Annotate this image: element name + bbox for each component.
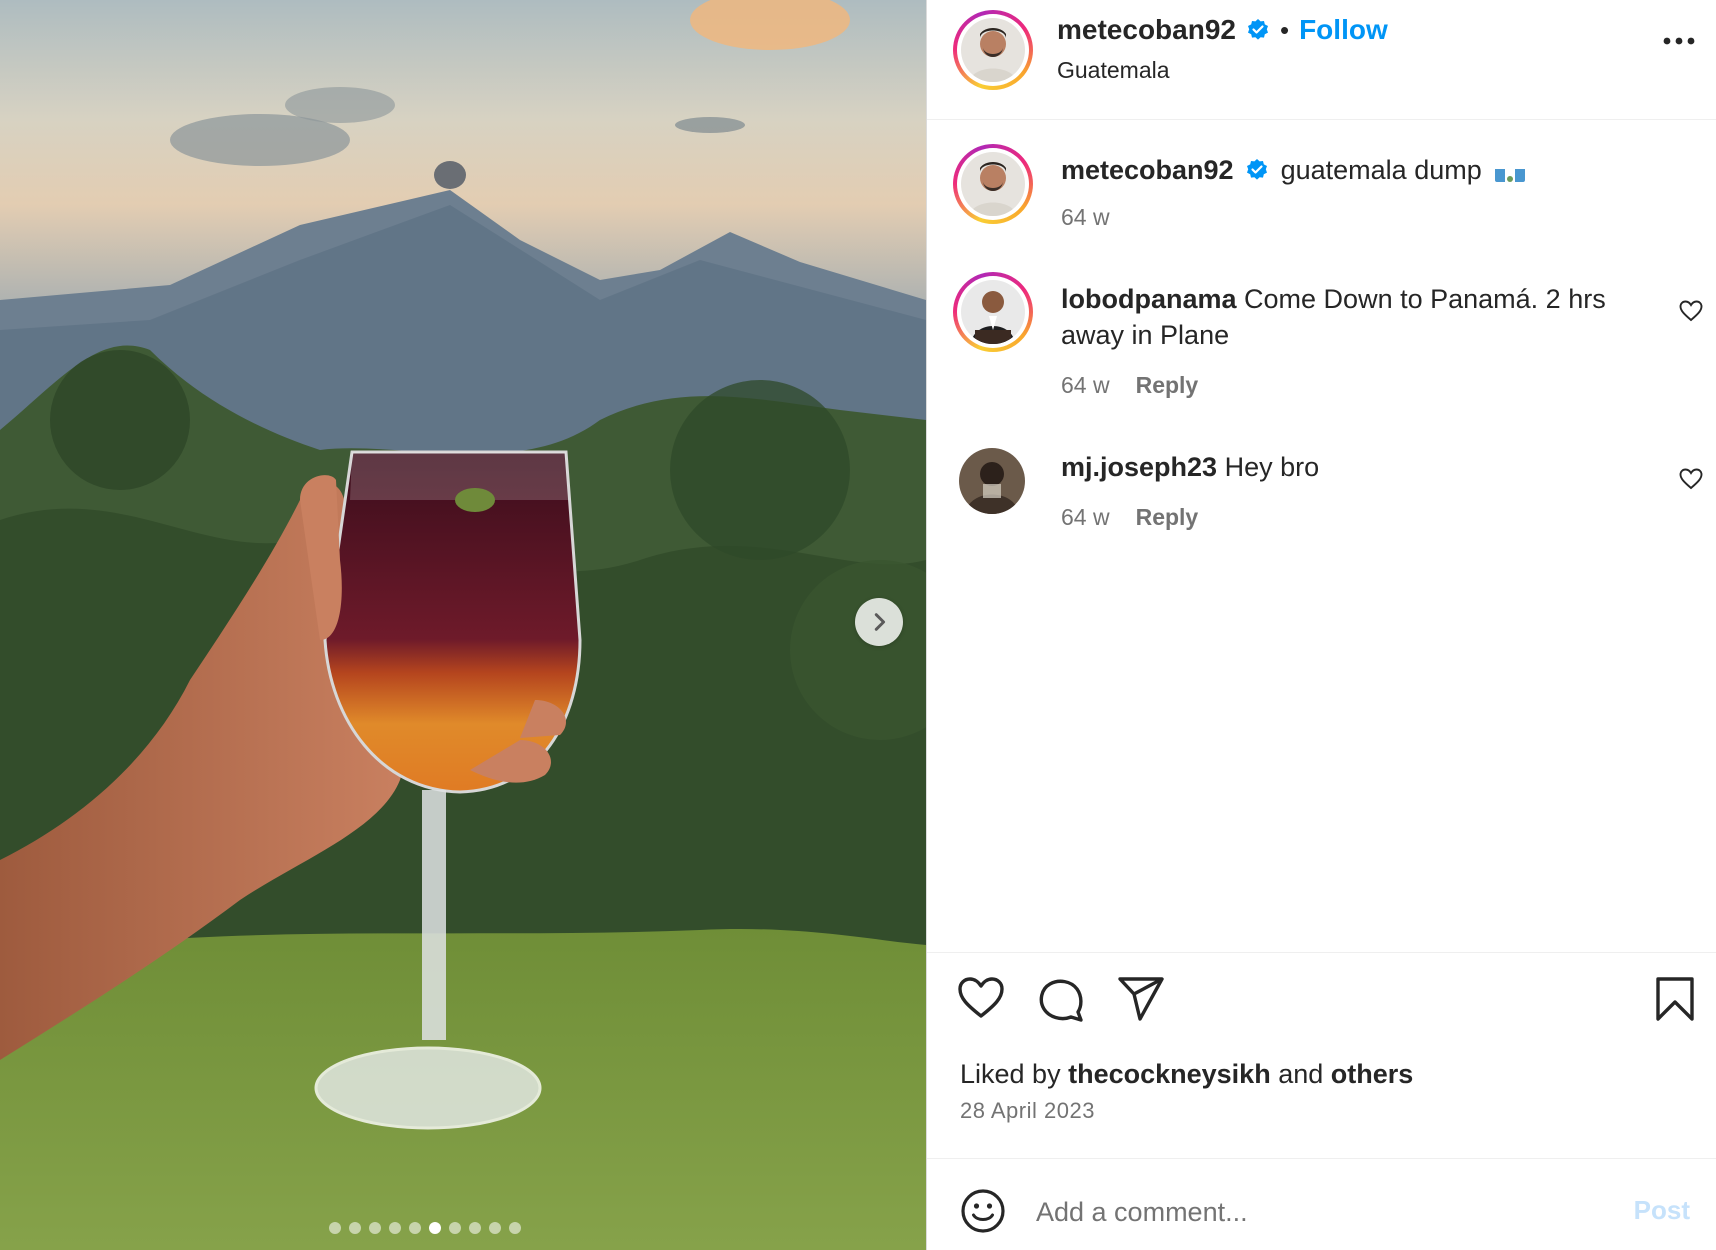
- comment-avatar[interactable]: [959, 448, 1025, 514]
- divider: [927, 1158, 1716, 1159]
- caption-body: guatemala dump: [1280, 155, 1482, 185]
- author-avatar[interactable]: [953, 10, 1033, 90]
- verified-badge-icon: [1247, 19, 1268, 40]
- comment-button[interactable]: [1037, 976, 1085, 1029]
- heart-icon: [1679, 300, 1703, 322]
- carousel-dot: [329, 1222, 341, 1234]
- carousel-dot: [509, 1222, 521, 1234]
- avatar-image: [961, 280, 1025, 344]
- save-button[interactable]: [1655, 976, 1695, 1027]
- reply-button[interactable]: Reply: [1136, 504, 1199, 531]
- heart-icon: [958, 977, 1004, 1018]
- comment-meta: 64 w Reply: [1061, 504, 1198, 531]
- next-photo-button[interactable]: [855, 598, 903, 646]
- caption-meta: 64 w: [1061, 204, 1110, 231]
- carousel-dot: [369, 1222, 381, 1234]
- post-date[interactable]: 28 April 2023: [960, 1098, 1095, 1124]
- share-button[interactable]: [1117, 976, 1165, 1027]
- carousel-dot: [409, 1222, 421, 1234]
- post-location[interactable]: Guatemala: [1057, 57, 1170, 84]
- carousel-dot: [489, 1222, 501, 1234]
- comment-text: lobodpanama Come Down to Panamá. 2 hrs a…: [1061, 281, 1641, 353]
- carousel-dot-active: [429, 1222, 441, 1234]
- comment-body: Hey bro: [1224, 452, 1320, 482]
- comment-input[interactable]: [1034, 1191, 1598, 1233]
- author-username[interactable]: metecoban92: [1057, 14, 1236, 46]
- heart-icon: [1679, 468, 1703, 490]
- photo-scene: [0, 0, 926, 1250]
- comment-meta: 64 w Reply: [1061, 372, 1198, 399]
- liked-by-user[interactable]: thecockneysikh: [1068, 1059, 1271, 1089]
- caption-username[interactable]: metecoban92: [1061, 155, 1234, 185]
- like-comment-button[interactable]: [1679, 300, 1703, 327]
- likes-prefix: Liked by: [960, 1059, 1061, 1089]
- follow-button[interactable]: Follow: [1299, 14, 1388, 46]
- carousel-indicators: [0, 1222, 926, 1234]
- divider: [927, 952, 1716, 953]
- comment-username[interactable]: mj.joseph23: [1061, 452, 1217, 482]
- avatar-image: [961, 18, 1025, 82]
- caption-text: metecoban92 guatemala dump: [1061, 152, 1681, 188]
- like-button[interactable]: [957, 976, 1005, 1025]
- carousel-dot: [389, 1222, 401, 1234]
- comment-avatar[interactable]: [953, 272, 1033, 352]
- chevron-right-icon: [874, 613, 886, 631]
- comment-username[interactable]: lobodpanama: [1061, 284, 1237, 314]
- comment-age[interactable]: 64 w: [1061, 372, 1110, 399]
- like-comment-button[interactable]: [1679, 468, 1703, 495]
- guatemala-flag-icon: [1495, 162, 1526, 182]
- caption-age[interactable]: 64 w: [1061, 204, 1110, 231]
- add-comment-bar: Post: [960, 1183, 1690, 1239]
- post-photo[interactable]: [0, 0, 926, 1250]
- carousel-dot: [469, 1222, 481, 1234]
- emoji-icon: [961, 1189, 1005, 1233]
- header-separator: •: [1279, 14, 1290, 45]
- comment-age[interactable]: 64 w: [1061, 504, 1110, 531]
- reply-button[interactable]: Reply: [1136, 372, 1199, 399]
- bookmark-icon: [1656, 977, 1694, 1021]
- post-header: metecoban92 • Follow Guatemala: [927, 0, 1716, 120]
- avatar-image: [961, 152, 1025, 216]
- more-options-button[interactable]: [1661, 34, 1697, 52]
- carousel-dot: [349, 1222, 361, 1234]
- emoji-button[interactable]: [960, 1188, 1006, 1239]
- header-line: metecoban92 • Follow: [1057, 14, 1388, 46]
- likes-middle: and: [1278, 1059, 1324, 1089]
- likes-others-link[interactable]: others: [1331, 1059, 1414, 1089]
- carousel-dot: [449, 1222, 461, 1234]
- post-panel: metecoban92 • Follow Guatemala metecoban…: [926, 0, 1716, 1250]
- likes-summary: Liked by thecockneysikh and others: [960, 1059, 1413, 1090]
- send-icon: [1118, 977, 1164, 1021]
- avatar-image: [959, 448, 1025, 514]
- caption-avatar[interactable]: [953, 144, 1033, 224]
- post-actions: [957, 976, 1697, 1026]
- comment-text: mj.joseph23 Hey bro: [1061, 449, 1641, 485]
- post-comment-button[interactable]: Post: [1634, 1195, 1690, 1226]
- comment-icon: [1039, 979, 1083, 1022]
- more-horizontal-icon: [1663, 37, 1695, 45]
- verified-badge-icon: [1247, 158, 1268, 180]
